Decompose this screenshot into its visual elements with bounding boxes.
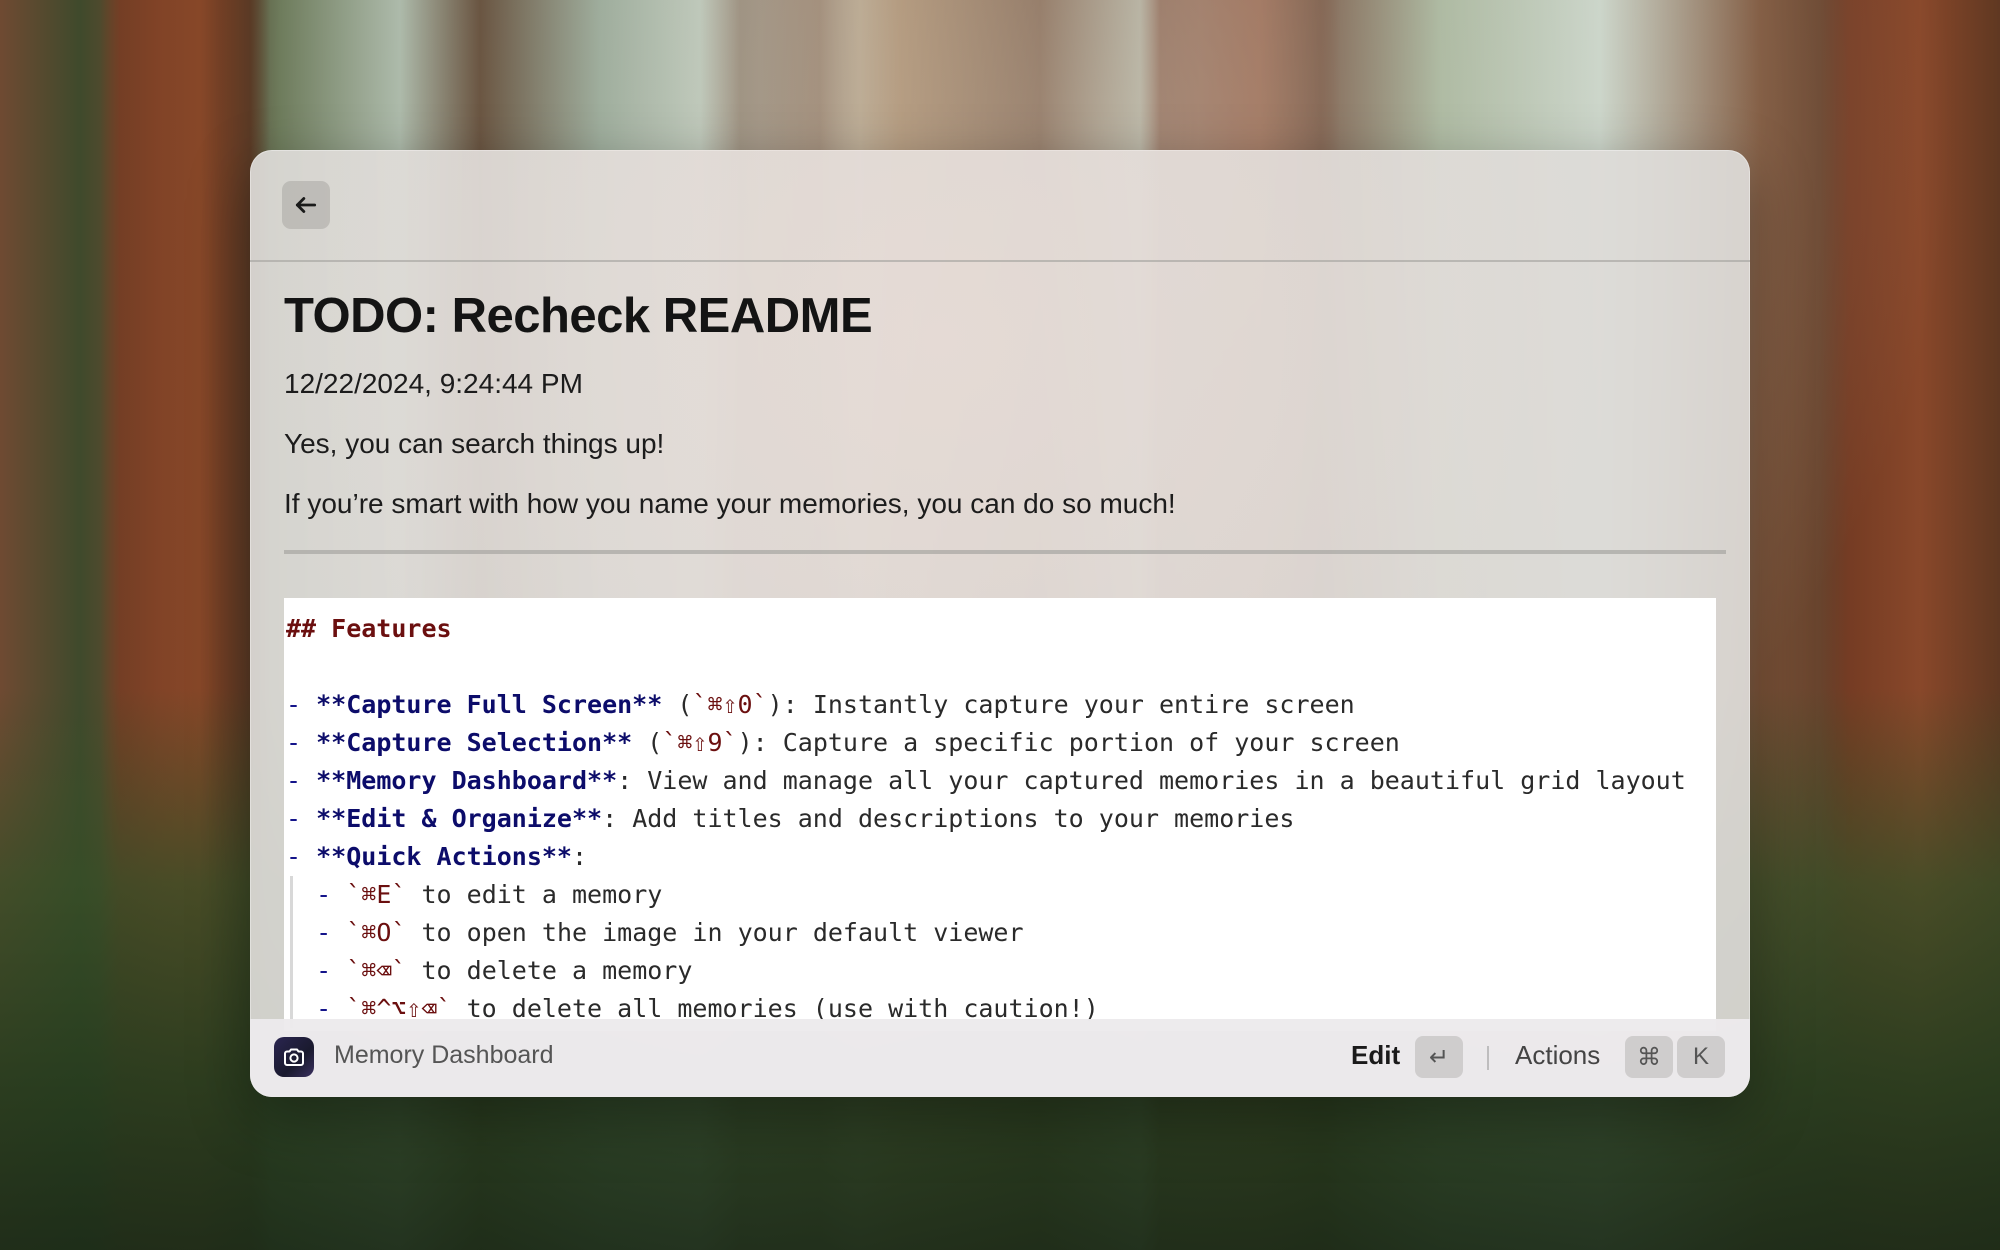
plain-text: : View and manage all your captured memo… [617, 766, 1686, 795]
list-bullet: - [286, 766, 317, 795]
plain-text: ): Capture a specific portion of your sc… [737, 728, 1400, 757]
indent-guide [290, 914, 293, 952]
plain-text: : Add titles and descriptions to your me… [602, 804, 1295, 833]
bold-text: **Quick Actions** [316, 842, 572, 871]
list-bullet: - [316, 956, 347, 985]
list-bullet: - [316, 918, 347, 947]
bold-text: **Edit & Organize** [316, 804, 603, 833]
plain-text: : [571, 842, 588, 871]
code-sub-list-item: - `⌘E` to edit a memory [286, 876, 1716, 914]
inline-code: `⌘⇧0` [692, 690, 768, 719]
markdown-code-block: ## Features - **Capture Full Screen** (`… [284, 598, 1716, 1031]
top-bar [250, 150, 1750, 262]
inline-code: `⌘⇧9` [662, 728, 738, 757]
command-key-hint[interactable]: ⌘ [1625, 1036, 1673, 1078]
list-bullet: - [316, 880, 347, 909]
action-bar: Memory Dashboard Edit ↵ Actions ⌘ K [250, 1019, 1750, 1097]
bold-text: **Capture Full Screen** [316, 690, 663, 719]
code-list-item: - **Quick Actions**: [286, 838, 1716, 876]
inline-code: `⌘E` [346, 880, 407, 909]
list-bullet: - [286, 804, 317, 833]
memory-paragraph: Yes, you can search things up! [284, 428, 665, 459]
plain-text: to open the image in your default viewer [406, 918, 1024, 947]
list-bullet: - [286, 842, 317, 871]
code-list-item: - **Edit & Organize**: Add titles and de… [286, 800, 1716, 838]
enter-key-hint[interactable]: ↵ [1415, 1036, 1463, 1078]
bold-text: **Memory Dashboard** [316, 766, 618, 795]
app-name: Memory Dashboard [334, 1041, 554, 1069]
actions-button[interactable]: Actions [1515, 1040, 1600, 1071]
plain-text: ): Instantly capture your entire screen [767, 690, 1355, 719]
indent-guide [290, 876, 293, 914]
memory-timestamp: 12/22/2024, 9:24:44 PM [284, 368, 583, 399]
plain-text: to edit a memory [406, 880, 663, 909]
inline-code: `⌘O` [346, 918, 407, 947]
list-bullet: - [286, 728, 317, 757]
arrow-left-icon [295, 197, 317, 213]
code-heading: ## Features [286, 614, 452, 643]
memory-detail-window: TODO: Recheck README 12/22/2024, 9:24:44… [250, 150, 1750, 1097]
bold-text: **Capture Selection** [316, 728, 633, 757]
memory-title: TODO: Recheck README [284, 289, 873, 343]
horizontal-divider [284, 550, 1726, 554]
code-heading-line: ## Features [286, 610, 1716, 648]
camera-icon [274, 1037, 314, 1077]
back-button[interactable] [282, 181, 330, 229]
k-key-hint[interactable]: K [1677, 1036, 1725, 1078]
code-sub-list-item: - `⌘⌫` to delete a memory [286, 952, 1716, 990]
plain-text: ( [632, 728, 663, 757]
edit-action-button[interactable]: Edit [1351, 1040, 1400, 1071]
code-list-item: - **Capture Full Screen** (`⌘⇧0`): Insta… [286, 686, 1716, 724]
plain-text: to delete a memory [406, 956, 693, 985]
list-bullet: - [286, 690, 317, 719]
footer-divider [1487, 1046, 1489, 1070]
memory-paragraph: If you’re smart with how you name your m… [284, 488, 1176, 519]
code-sub-list-item: - `⌘O` to open the image in your default… [286, 914, 1716, 952]
indent-guide [290, 952, 293, 990]
code-list-item: - **Capture Selection** (`⌘⇧9`): Capture… [286, 724, 1716, 762]
code-list-item: - **Memory Dashboard**: View and manage … [286, 762, 1716, 800]
inline-code: `⌘⌫` [346, 956, 407, 985]
plain-text: ( [662, 690, 693, 719]
